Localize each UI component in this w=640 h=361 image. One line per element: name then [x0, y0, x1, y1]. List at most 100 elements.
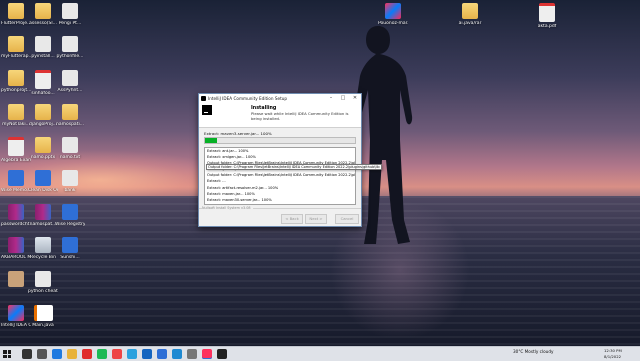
desktop-icon[interactable]: Main.java: [28, 305, 58, 328]
desktop-icon-label: Wise Registry Cleaner: [55, 222, 85, 227]
progress-bar: [204, 137, 356, 144]
desktop-icon[interactable]: pythonfile...: [55, 36, 85, 59]
weather-widget[interactable]: 30°C Mostly cloudy: [513, 349, 553, 354]
file-icon: [62, 3, 78, 19]
app-icon: [62, 237, 78, 253]
desktop-icon-label: python cheat sheet: [28, 289, 58, 294]
chrome-icon[interactable]: [112, 349, 122, 359]
desktop-icon-label: pyinstall...: [31, 54, 55, 59]
desktop-icon[interactable]: namo.txt: [55, 137, 85, 160]
desktop-icon-label: namospat...: [29, 222, 57, 227]
desktop-icon[interactable]: akta.pdf: [532, 3, 562, 29]
file-icon: [62, 137, 78, 153]
desktop-icon[interactable]: Pengi Pt...: [55, 3, 85, 26]
pdf-icon: [35, 70, 51, 89]
desktop-icon[interactable]: passwordcht...: [1, 204, 31, 227]
desktop-icon-label: namo.txt: [59, 155, 81, 160]
edge-icon[interactable]: [52, 349, 62, 359]
clock-time[interactable]: 12:30 PM: [604, 348, 622, 353]
tooltip: Output folder: C:\Program Files\JetBrain…: [206, 164, 382, 170]
details-log[interactable]: Extract: ant.jar... 100% Extract: xmlgen.…: [204, 147, 356, 205]
pdf-icon: [539, 3, 555, 22]
log-line: Extract: maven3-server-common.jar... 100…: [205, 203, 355, 205]
folder-icon: [35, 137, 51, 153]
winrar-icon: [8, 237, 24, 253]
desktop-icon-label: passwordcht...: [1, 222, 31, 227]
desktop-icon[interactable]: djangoProj...: [28, 104, 58, 127]
desktop-icon-label: Recycle Bin: [30, 255, 56, 260]
cancel-button[interactable]: Cancel: [335, 214, 359, 224]
close-button[interactable]: ✕: [349, 94, 361, 102]
next-button[interactable]: Next >: [305, 214, 327, 224]
desktop-icon[interactable]: Sunshi...: [55, 237, 85, 260]
desktop-icon[interactable]: Algebra Exam 2013...: [1, 137, 31, 163]
search-icon[interactable]: [22, 349, 32, 359]
desktop-icon-label: pythonfile...: [56, 54, 84, 59]
desktop-icon[interactable]: ai.java/rar: [455, 3, 485, 26]
desktop-icon[interactable]: assesso(Sl...: [28, 3, 58, 26]
dialog-title: IntelliJ IDEA Community Edition Setup: [208, 95, 288, 101]
desktop-icon-label: bank: [64, 188, 76, 193]
desktop-icon[interactable]: Clean Disk One Click: [28, 170, 58, 193]
maximize-button[interactable]: □: [337, 94, 349, 102]
minimize-button[interactable]: –: [325, 94, 337, 102]
setup-dialog: IntelliJ IDEA Community Edition Setup – …: [198, 93, 382, 227]
terminal-icon[interactable]: [217, 349, 227, 359]
winrar-icon: [35, 204, 51, 220]
desktop-icon[interactable]: pythonprojt...: [1, 70, 31, 93]
telegram-icon[interactable]: [127, 349, 137, 359]
desktop-icon[interactable]: namo.pptx: [28, 137, 58, 160]
desktop-icon[interactable]: python cheat sheet: [28, 271, 58, 294]
desktop-icon[interactable]: bank: [55, 170, 85, 193]
intellij-icon[interactable]: [202, 349, 212, 359]
desktop-icon[interactable]: myFlutterap...: [1, 36, 31, 59]
desktop-icon[interactable]: Wise Registry Cleaner: [55, 204, 85, 227]
desktop-icon-label: Pouonoz-mar.ZipJ...: [378, 21, 408, 26]
desktop-icon[interactable]: pyinstall...: [28, 36, 58, 59]
taskbar: 30°C Mostly cloudy 12:30 PM 8/1/2022: [0, 346, 640, 361]
file-icon: [62, 170, 78, 186]
settings-icon[interactable]: [187, 349, 197, 359]
mail-icon[interactable]: [142, 349, 152, 359]
desktop-icon-label: assesso(Sl...: [29, 21, 57, 26]
back-button[interactable]: < Back: [281, 214, 303, 224]
youtube-icon[interactable]: [82, 349, 92, 359]
spotify-icon[interactable]: [97, 349, 107, 359]
store-icon[interactable]: [157, 349, 167, 359]
desktop-icon-label: ai.java/rar: [458, 21, 482, 26]
desktop-icon[interactable]: Wise Memo...: [1, 170, 31, 193]
desktop-icon[interactable]: namospat...: [28, 204, 58, 227]
desktop-icon-label: myNotTaki...: [2, 122, 30, 127]
desktop-icon[interactable]: Recycle Bin: [28, 237, 58, 260]
start-button[interactable]: [3, 350, 11, 358]
intellij-icon: [8, 305, 24, 321]
folder-icon: [8, 70, 24, 86]
dialog-footer: Nullsoft Install System v3.08 < Back Nex…: [199, 206, 361, 226]
desktop-icon[interactable]: Pouonoz-mar.ZipJ...: [378, 3, 408, 26]
desktop-icon-label: Clean Disk One Click: [28, 188, 58, 193]
task-view-icon[interactable]: [37, 349, 47, 359]
recycle-bin-icon: [35, 237, 51, 253]
desktop-icon[interactable]: myNotTaki...: [1, 104, 31, 127]
folder-icon: [8, 3, 24, 19]
desktop-icon[interactable]: AssPyhnt...: [55, 70, 85, 93]
file-explorer-icon[interactable]: [67, 349, 77, 359]
dialog-titlebar[interactable]: IntelliJ IDEA Community Edition Setup – …: [199, 94, 361, 102]
file-icon: [62, 70, 78, 86]
desktop-icon-label: Pengi Pt...: [58, 21, 82, 26]
desktop-icon[interactable]: [1, 271, 31, 289]
desktop-icon[interactable]: namospati...: [55, 104, 85, 127]
desktop-icon-label: djangoProj...: [28, 122, 57, 127]
folder-icon: [62, 104, 78, 120]
desktop-icon[interactable]: IntelliJ IDEA Communi...: [1, 305, 31, 328]
desktop-icon-label: sinhafoo...: [31, 91, 55, 96]
desktop-icon[interactable]: FlutterProje...: [1, 3, 31, 26]
log-line: Output folder: C:\Program Files\JetBrain…: [207, 173, 356, 178]
installer-brand: Nullsoft Install System v3.08: [202, 206, 253, 210]
desktop-icon[interactable]: sinhafoo...: [28, 70, 58, 96]
desktop-icon[interactable]: AKBAROOL MUXMYOL...: [1, 237, 31, 260]
vscode-icon[interactable]: [172, 349, 182, 359]
desktop-icon-label: IntelliJ IDEA Communi...: [1, 323, 31, 328]
clock-date[interactable]: 8/1/2022: [604, 354, 621, 359]
file-icon: [35, 36, 51, 52]
